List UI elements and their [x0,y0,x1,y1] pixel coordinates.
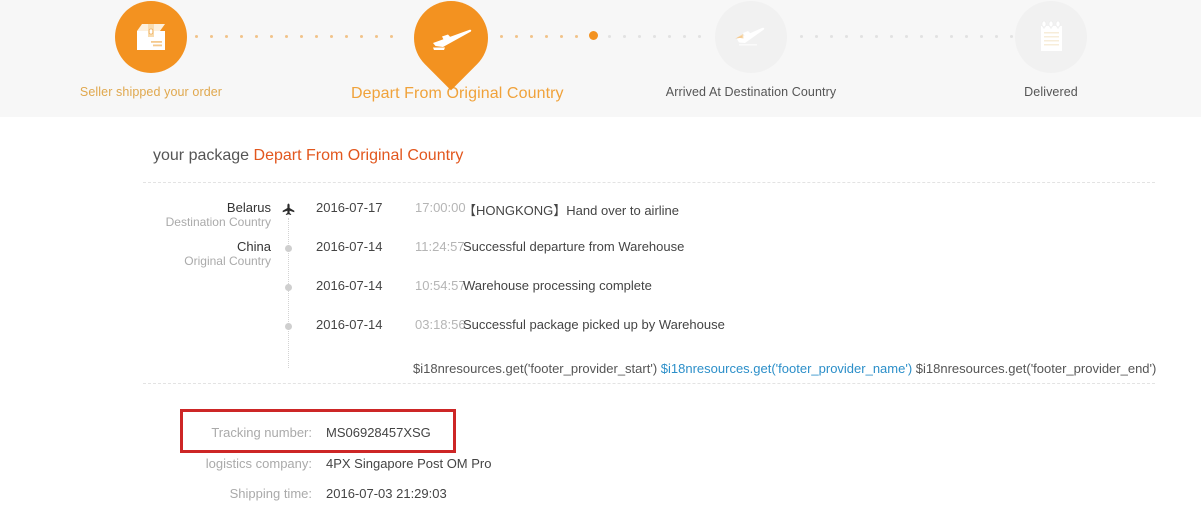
provider-footer-start: $i18nresources.get('footer_provider_star… [413,361,658,376]
package-box-icon [137,24,165,50]
timeline-row: 2016-07-14 10:54:57 Warehouse processing… [143,278,1155,317]
timeline-country-block: Belarus Destination Country [131,200,271,230]
progress-step-3-label: Arrived At Destination Country [665,85,837,99]
progress-step-1-circle [115,1,187,73]
page-title-status: Depart From Original Country [253,147,464,164]
timeline-time: 17:00:00 [415,200,466,215]
airplane-landing-icon [735,27,765,46]
airplane-takeoff-icon [433,29,472,50]
page-title-prefix: your package [153,147,250,164]
provider-footer-end: $i18nresources.get('footer_provider_end'… [915,361,1157,376]
progress-current-dot [589,31,598,40]
progress-step-1-label: Seller shipped your order [79,85,223,99]
timeline-time: 10:54:57 [415,278,466,293]
provider-footer-name-link[interactable]: $i18nresources.get('footer_provider_name… [661,361,912,376]
page-title: your package Depart From Original Countr… [153,147,463,165]
progress-step-delivered[interactable]: Delivered [951,0,1151,99]
timeline-marker [282,203,295,216]
divider-bottom [143,383,1155,384]
notepad-icon [1041,20,1062,51]
dot-icon [285,245,292,252]
dot-icon [285,323,292,330]
detail-row-tracking-number: Tracking number: MS06928457XSG [192,425,612,445]
detail-row-shipping-time: Shipping time: 2016-07-03 21:29:03 [192,486,612,506]
timeline-country-name: Belarus [226,200,271,215]
timeline-description: 【HONGKONG】Hand over to airline [463,203,680,218]
divider-top [143,182,1155,183]
timeline-marker [282,281,295,294]
timeline-row: 2016-07-14 03:18:56 Successful package p… [143,317,1155,356]
progress-step-4-icon-wrap [951,0,1151,80]
dot-icon [285,284,292,291]
shipping-time-label: Shipping time: [229,486,312,501]
timeline-description: Successful departure from Warehouse [463,239,685,254]
timeline-country-block: China Original Country [131,239,271,269]
timeline-description: Successful package picked up by Warehous… [463,317,725,332]
timeline-marker [282,320,295,333]
logistics-company-value: 4PX Singapore Post OM Pro [326,456,492,471]
timeline-row: Belarus Destination Country 2016-07-17 1… [143,200,1155,239]
shipping-time-value: 2016-07-03 21:29:03 [326,486,447,501]
detail-row-logistics-company: logistics company: 4PX Singapore Post OM… [192,456,612,476]
timeline-date: 2016-07-14 [316,239,383,254]
timeline-date: 2016-07-14 [316,317,383,332]
timeline-row: China Original Country 2016-07-14 11:24:… [143,239,1155,278]
provider-footer-text: $i18nresources.get('footer_provider_star… [413,361,1156,376]
timeline-country-name: China [237,239,271,254]
airplane-icon [282,203,295,215]
timeline-date: 2016-07-17 [316,200,383,215]
timeline-country-sub: Original Country [184,254,271,268]
tracking-number-value: MS06928457XSG [326,425,431,440]
progress-step-2-pin [398,0,504,91]
tracking-number-label: Tracking number: [211,425,312,440]
progress-step-depart-origin[interactable]: Depart From Original Country [351,0,564,103]
tracking-timeline: Belarus Destination Country 2016-07-17 1… [143,200,1155,368]
timeline-country-sub: Destination Country [165,215,271,229]
progress-step-2-icon-wrap [351,0,551,91]
timeline-time: 03:18:56 [415,317,466,332]
progress-step-4-label: Delivered [1024,85,1078,99]
progress-step-4-circle [1015,1,1087,73]
progress-step-seller-shipped[interactable]: Seller shipped your order [51,0,251,99]
timeline-description: Warehouse processing complete [463,278,652,293]
timeline-time: 11:24:57 [415,239,465,254]
progress-step-1-icon-wrap [51,0,251,80]
logistics-company-label: logistics company: [205,456,312,471]
timeline-marker [282,242,295,255]
progress-step-arrived-destination[interactable]: Arrived At Destination Country [651,0,851,99]
timeline-date: 2016-07-14 [316,278,383,293]
progress-step-3-circle [715,1,787,73]
progress-step-3-icon-wrap [651,0,851,80]
progress-step-2-pin-inner [429,20,473,56]
shipment-progress-header: Seller shipped your order Depart From Or… [0,0,1201,117]
